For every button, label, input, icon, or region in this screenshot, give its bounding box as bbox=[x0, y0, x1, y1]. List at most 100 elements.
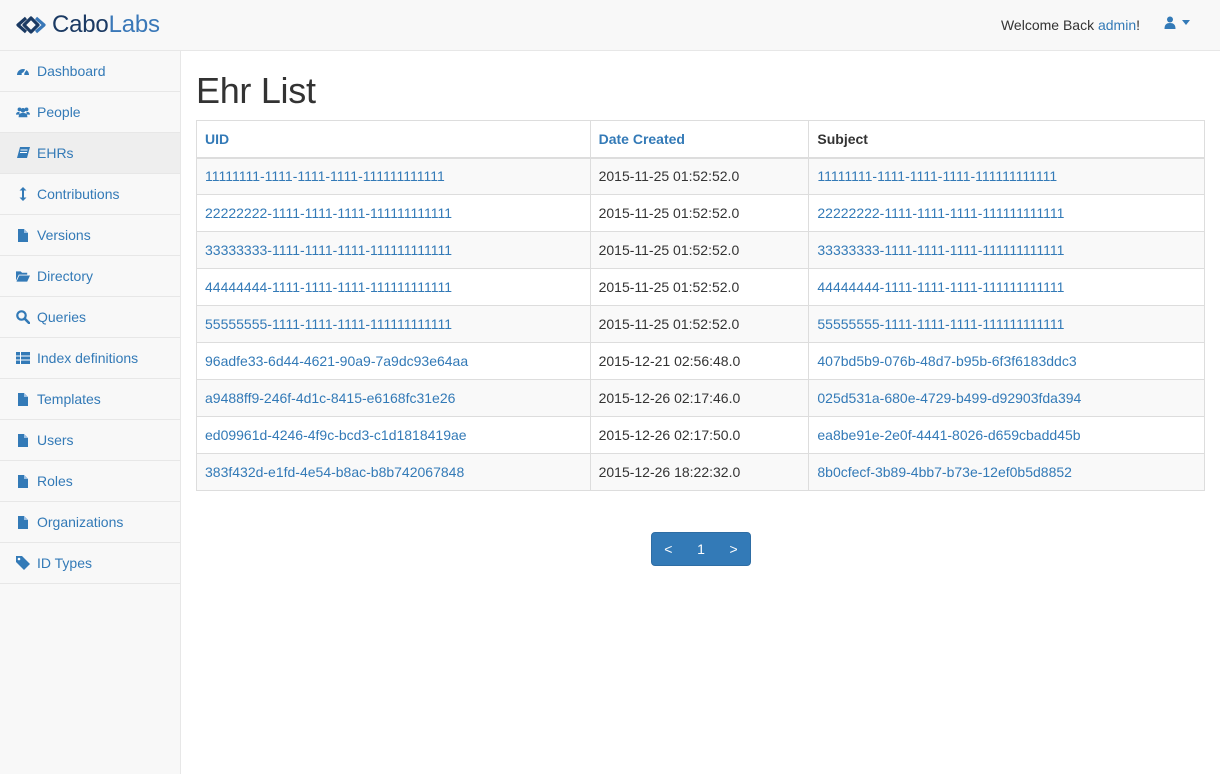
uid-cell: 55555555-1111-1111-1111-111111111111 bbox=[196, 305, 591, 343]
subject-cell: 55555555-1111-1111-1111-111111111111 bbox=[808, 305, 1205, 343]
column-header-date-created[interactable]: Date Created bbox=[589, 120, 810, 159]
date-created-cell: 2015-11-25 01:52:52.0 bbox=[589, 157, 810, 195]
main-content: Ehr List UID Date Created Subject 111111… bbox=[196, 51, 1205, 566]
sidebar-item-versions[interactable]: Versions bbox=[0, 215, 180, 256]
subject-link[interactable]: 22222222-1111-1111-1111-111111111111 bbox=[817, 205, 1064, 221]
sidebar-item-users[interactable]: Users bbox=[0, 420, 180, 461]
column-header-subject: Subject bbox=[808, 120, 1205, 159]
ehr-uid-link[interactable]: 33333333-1111-1111-1111-111111111111 bbox=[205, 242, 452, 258]
subject-cell: ea8be91e-2e0f-4441-8026-d659cbadd45b bbox=[808, 416, 1205, 454]
file-icon bbox=[16, 433, 30, 447]
table-row: ed09961d-4246-4f9c-bcd3-c1d1818419ae 201… bbox=[196, 416, 1205, 454]
subject-cell: 44444444-1111-1111-1111-111111111111 bbox=[808, 268, 1205, 306]
username-link[interactable]: admin bbox=[1098, 17, 1136, 33]
subject-link[interactable]: 025d531a-680e-4729-b499-d92903fda394 bbox=[817, 390, 1081, 406]
sidebar-item-label: Directory bbox=[37, 268, 94, 284]
sidebar-item-contributions[interactable]: Contributions bbox=[0, 174, 180, 215]
uid-cell: 33333333-1111-1111-1111-111111111111 bbox=[196, 231, 591, 269]
table-row: 44444444-1111-1111-1111-111111111111 201… bbox=[196, 268, 1205, 306]
sidebar-item-label: Queries bbox=[37, 309, 87, 325]
welcome-suffix: ! bbox=[1136, 17, 1140, 33]
subject-cell: 11111111-1111-1111-1111-111111111111 bbox=[808, 157, 1205, 195]
welcome-prefix: Welcome Back bbox=[1000, 17, 1098, 33]
brand-logo[interactable]: CaboLabs bbox=[14, 11, 160, 39]
date-created-cell: 2015-11-25 01:52:52.0 bbox=[589, 194, 810, 232]
page-1-button[interactable]: 1 bbox=[691, 541, 711, 557]
table-icon bbox=[16, 351, 30, 365]
sidebar-item-queries[interactable]: Queries bbox=[0, 297, 180, 338]
ehr-table: UID Date Created Subject 11111111-1111-1… bbox=[196, 120, 1205, 491]
sidebar-item-ehrs[interactable]: EHRs bbox=[0, 133, 180, 174]
dashboard-icon bbox=[16, 64, 30, 78]
uid-cell: 96adfe33-6d44-4621-90a9-7a9dc93e64aa bbox=[196, 342, 591, 380]
sidebar-item-index-definitions[interactable]: Index definitions bbox=[0, 338, 180, 379]
sidebar-item-dashboard[interactable]: Dashboard bbox=[0, 51, 180, 92]
date-created-cell: 2015-12-26 18:22:32.0 bbox=[589, 453, 810, 491]
date-created-cell: 2015-11-25 01:52:52.0 bbox=[589, 268, 810, 306]
date-created-cell: 2015-12-21 02:56:48.0 bbox=[589, 342, 810, 380]
sidebar-item-roles[interactable]: Roles bbox=[0, 461, 180, 502]
sidebar-item-templates[interactable]: Templates bbox=[0, 379, 180, 420]
user-icon bbox=[1164, 16, 1176, 29]
subject-link[interactable]: 33333333-1111-1111-1111-111111111111 bbox=[817, 242, 1064, 258]
sidebar-item-label: Versions bbox=[37, 227, 91, 243]
subject-link[interactable]: 55555555-1111-1111-1111-111111111111 bbox=[817, 316, 1064, 332]
brand-name: CaboLabs bbox=[52, 11, 160, 39]
subject-cell: 22222222-1111-1111-1111-111111111111 bbox=[808, 194, 1205, 232]
sidebar-item-label: ID Types bbox=[37, 555, 92, 571]
subject-link[interactable]: 44444444-1111-1111-1111-111111111111 bbox=[817, 279, 1064, 295]
prev-page-button[interactable]: < bbox=[658, 541, 678, 557]
brand-name-part2: Labs bbox=[108, 11, 160, 38]
sidebar-item-label: Index definitions bbox=[37, 350, 139, 366]
subject-link[interactable]: ea8be91e-2e0f-4441-8026-d659cbadd45b bbox=[817, 427, 1080, 443]
sidebar-item-id-types[interactable]: ID Types bbox=[0, 543, 180, 584]
uid-cell: ed09961d-4246-4f9c-bcd3-c1d1818419ae bbox=[196, 416, 591, 454]
file-icon bbox=[16, 515, 30, 529]
sidebar-item-directory[interactable]: Directory bbox=[0, 256, 180, 297]
top-navbar: CaboLabs Welcome Back admin! bbox=[0, 0, 1220, 51]
uid-cell: 383f432d-e1fd-4e54-b8ac-b8b742067848 bbox=[196, 453, 591, 491]
search-icon bbox=[16, 310, 30, 324]
column-header-uid[interactable]: UID bbox=[196, 120, 591, 159]
ehr-uid-link[interactable]: 55555555-1111-1111-1111-111111111111 bbox=[205, 316, 452, 332]
sidebar-item-people[interactable]: People bbox=[0, 92, 180, 133]
arrows-v-icon bbox=[16, 187, 30, 201]
pagination: < 1 > bbox=[651, 532, 751, 566]
folder-open-icon bbox=[16, 269, 30, 283]
table-row: 96adfe33-6d44-4621-90a9-7a9dc93e64aa 201… bbox=[196, 342, 1205, 380]
date-created-cell: 2015-11-25 01:52:52.0 bbox=[589, 305, 810, 343]
ehr-uid-link[interactable]: 383f432d-e1fd-4e54-b8ac-b8b742067848 bbox=[205, 464, 464, 480]
ehr-uid-link[interactable]: a9488ff9-246f-4d1c-8415-e6168fc31e26 bbox=[205, 390, 455, 406]
ehr-uid-link[interactable]: 22222222-1111-1111-1111-111111111111 bbox=[205, 205, 452, 221]
sort-by-uid-link[interactable]: UID bbox=[205, 131, 229, 147]
ehr-uid-link[interactable]: 11111111-1111-1111-1111-111111111111 bbox=[205, 168, 445, 184]
uid-cell: 44444444-1111-1111-1111-111111111111 bbox=[196, 268, 591, 306]
subject-link[interactable]: 8b0cfecf-3b89-4bb7-b73e-12ef0b5d8852 bbox=[817, 464, 1072, 480]
file-icon bbox=[16, 474, 30, 488]
date-created-cell: 2015-12-26 02:17:46.0 bbox=[589, 379, 810, 417]
subject-cell: 025d531a-680e-4729-b499-d92903fda394 bbox=[808, 379, 1205, 417]
welcome-message: Welcome Back admin! bbox=[1001, 17, 1140, 33]
subject-cell: 8b0cfecf-3b89-4bb7-b73e-12ef0b5d8852 bbox=[808, 453, 1205, 491]
sidebar-item-label: Roles bbox=[37, 473, 73, 489]
users-icon bbox=[16, 105, 30, 119]
sort-by-date-created-link[interactable]: Date Created bbox=[599, 131, 685, 147]
uid-cell: 22222222-1111-1111-1111-111111111111 bbox=[196, 194, 591, 232]
table-row: 33333333-1111-1111-1111-111111111111 201… bbox=[196, 231, 1205, 269]
next-page-button[interactable]: > bbox=[724, 541, 744, 557]
subject-link[interactable]: 407bd5b9-076b-48d7-b95b-6f3f6183ddc3 bbox=[817, 353, 1076, 369]
brand-name-part1: Cabo bbox=[52, 11, 109, 38]
cabolabs-logo-icon bbox=[16, 16, 46, 34]
date-created-cell: 2015-11-25 01:52:52.0 bbox=[589, 231, 810, 269]
user-menu-dropdown[interactable] bbox=[1164, 16, 1190, 29]
date-created-cell: 2015-12-26 02:17:50.0 bbox=[589, 416, 810, 454]
table-row: 55555555-1111-1111-1111-111111111111 201… bbox=[196, 305, 1205, 343]
subject-link[interactable]: 11111111-1111-1111-1111-111111111111 bbox=[817, 168, 1057, 184]
ehr-uid-link[interactable]: 44444444-1111-1111-1111-111111111111 bbox=[205, 279, 452, 295]
sidebar-item-label: EHRs bbox=[37, 145, 74, 161]
sidebar-nav: Dashboard People EHRs Contributions Vers… bbox=[0, 51, 181, 774]
sidebar-item-organizations[interactable]: Organizations bbox=[0, 502, 180, 543]
ehr-uid-link[interactable]: 96adfe33-6d44-4621-90a9-7a9dc93e64aa bbox=[205, 353, 468, 369]
chevron-down-icon bbox=[1182, 20, 1190, 25]
ehr-uid-link[interactable]: ed09961d-4246-4f9c-bcd3-c1d1818419ae bbox=[205, 427, 467, 443]
